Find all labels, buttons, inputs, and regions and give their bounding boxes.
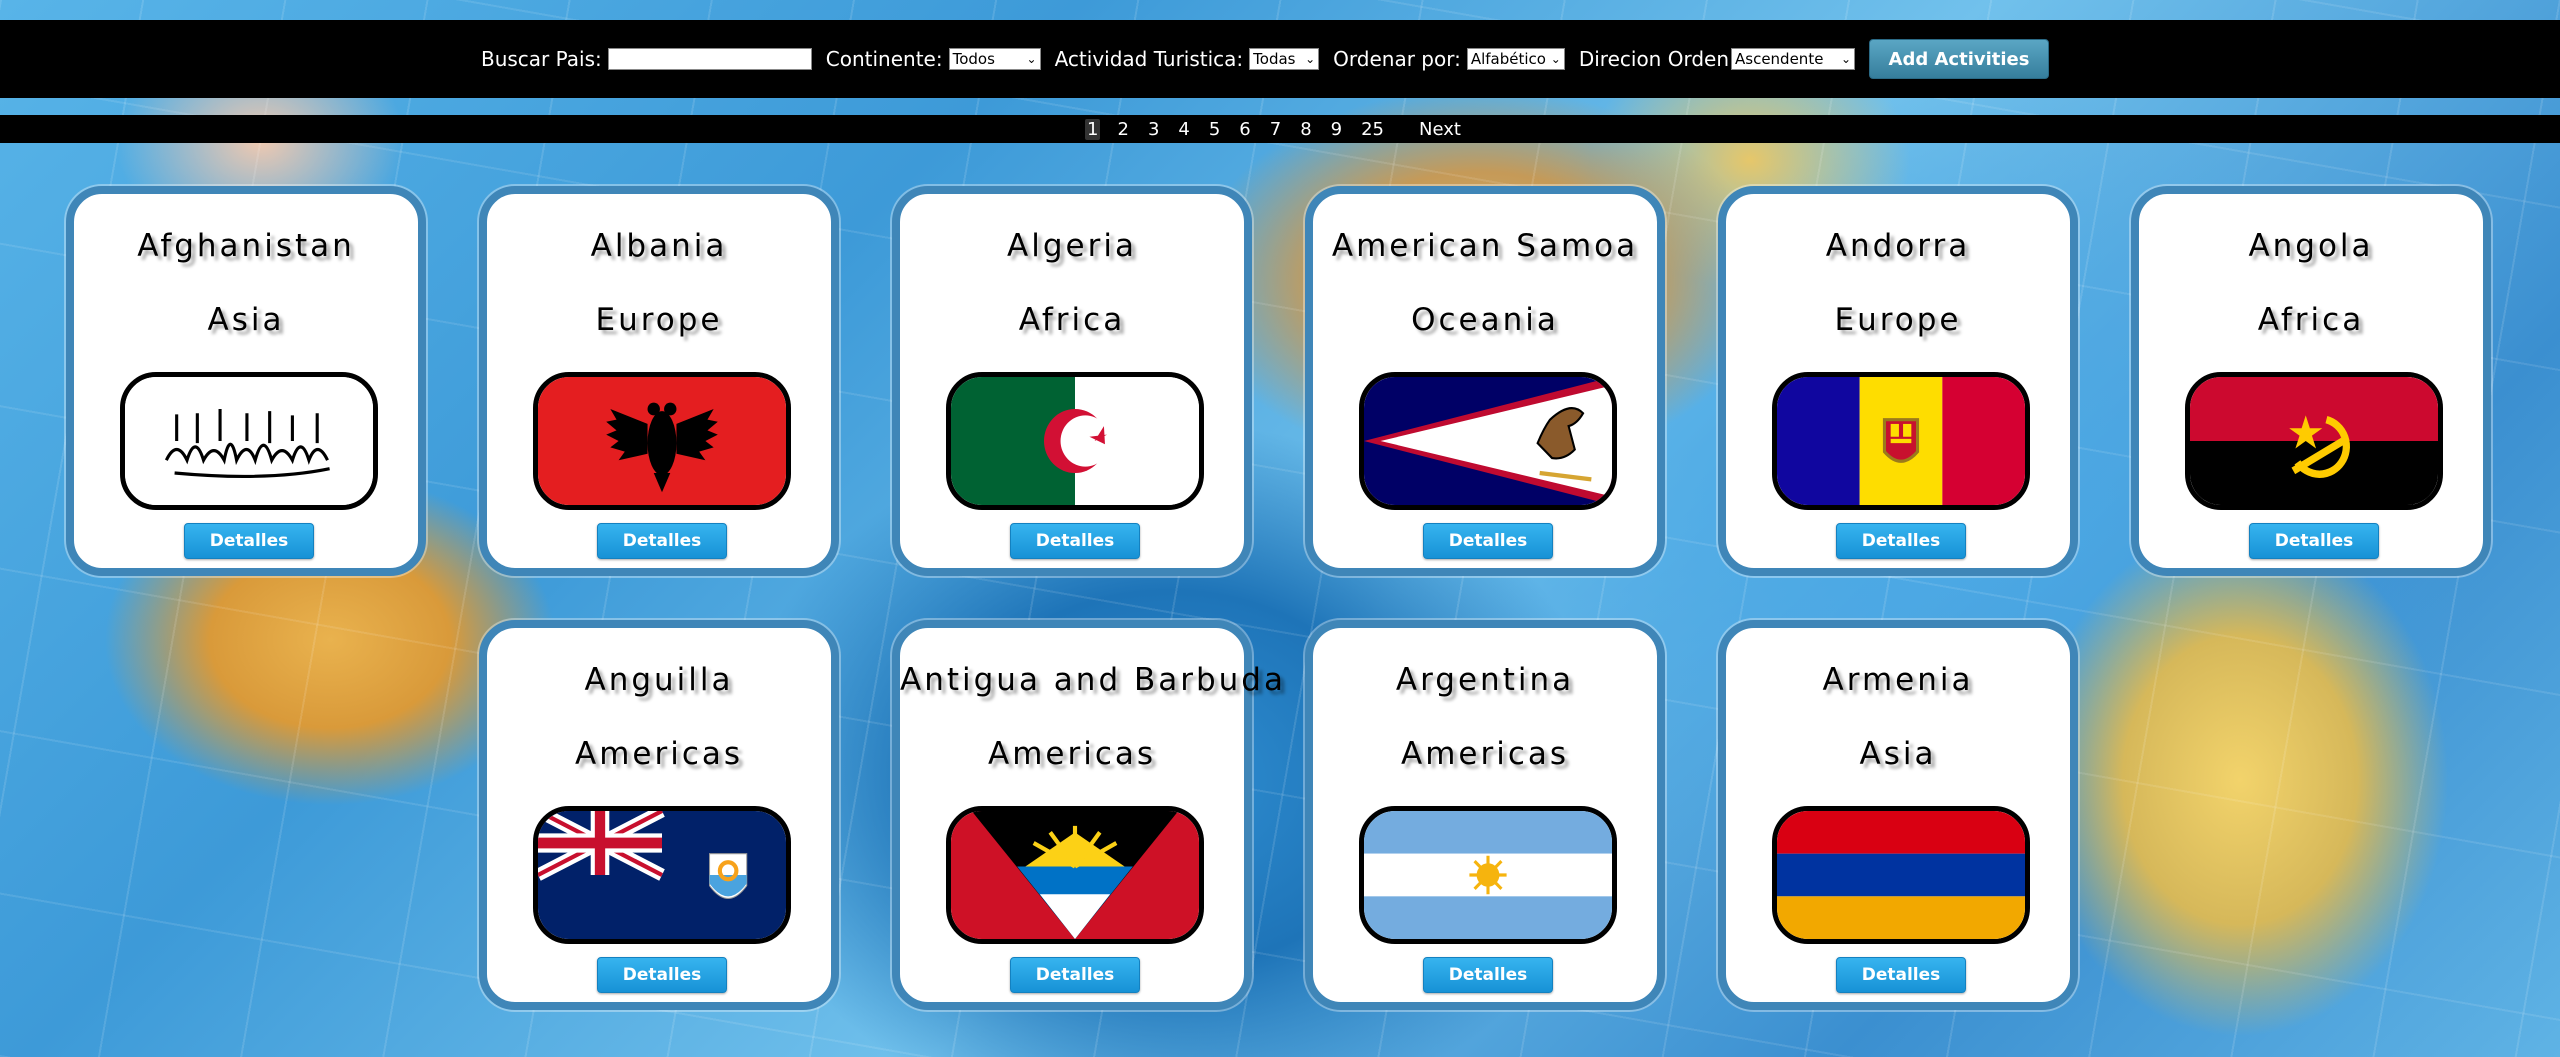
page-9-link[interactable]: 9 bbox=[1329, 119, 1344, 140]
country-card: Armenia Asia Detalles bbox=[1718, 620, 2078, 1010]
country-name: Andorra bbox=[1825, 228, 1971, 264]
details-button[interactable]: Detalles bbox=[2249, 523, 2379, 559]
country-continent: Africa bbox=[2257, 302, 2365, 338]
country-continent: Asia bbox=[1859, 736, 1937, 772]
page-8-link[interactable]: 8 bbox=[1298, 119, 1313, 140]
country-name: Afghanistan bbox=[137, 228, 355, 264]
country-continent: Americas bbox=[1400, 736, 1570, 772]
country-card: Andorra Europe Detalles bbox=[1718, 186, 2078, 576]
order-select[interactable]: Alfabético ⌄ bbox=[1466, 48, 1565, 70]
add-activities-button[interactable]: Add Activities bbox=[1869, 39, 2049, 79]
country-continent: Africa bbox=[1018, 302, 1126, 338]
search-label: Buscar Pais: bbox=[480, 47, 602, 71]
page-6-link[interactable]: 6 bbox=[1237, 119, 1252, 140]
flag-angola bbox=[2185, 372, 2443, 510]
flag-american-samoa bbox=[1359, 372, 1617, 510]
page-1-link[interactable]: 1 bbox=[1085, 118, 1101, 140]
country-continent: Europe bbox=[1834, 302, 1962, 338]
details-button[interactable]: Detalles bbox=[184, 523, 314, 559]
top-strip bbox=[0, 0, 2560, 20]
order-label: Ordenar por: bbox=[1333, 47, 1461, 71]
activity-select-value: Todas bbox=[1253, 50, 1296, 68]
page-3-link[interactable]: 3 bbox=[1146, 119, 1161, 140]
details-button[interactable]: Detalles bbox=[1423, 957, 1553, 993]
flag-argentina bbox=[1359, 806, 1617, 944]
page-2-link[interactable]: 2 bbox=[1115, 119, 1130, 140]
chevron-down-icon: ⌄ bbox=[1840, 52, 1851, 66]
direction-label: Direcion Orden bbox=[1578, 47, 1729, 71]
details-button[interactable]: Detalles bbox=[597, 523, 727, 559]
country-name: Antigua and Barbuda bbox=[900, 662, 1286, 698]
details-button[interactable]: Detalles bbox=[1010, 523, 1140, 559]
country-name: American Samoa bbox=[1331, 228, 1639, 264]
continent-label: Continente: bbox=[825, 47, 943, 71]
country-card: American Samoa Oceania Detalles bbox=[1305, 186, 1665, 576]
flag-afghanistan bbox=[120, 372, 378, 510]
country-card: Algeria Africa Detalles bbox=[892, 186, 1252, 576]
activity-select[interactable]: Todas ⌄ bbox=[1249, 48, 1320, 70]
details-button[interactable]: Detalles bbox=[1836, 523, 1966, 559]
country-continent: Oceania bbox=[1411, 302, 1559, 338]
next-page-link[interactable]: Next bbox=[1419, 119, 1461, 140]
page-25-link[interactable]: 25 bbox=[1359, 119, 1386, 140]
details-button[interactable]: Detalles bbox=[1423, 523, 1553, 559]
continent-select[interactable]: Todos ⌄ bbox=[948, 48, 1041, 70]
country-card: Argentina Americas Detalles bbox=[1305, 620, 1665, 1010]
flag-algeria bbox=[946, 372, 1204, 510]
country-name: Argentina bbox=[1395, 662, 1575, 698]
flag-albania bbox=[533, 372, 791, 510]
details-button[interactable]: Detalles bbox=[597, 957, 727, 993]
country-name: Armenia bbox=[1822, 662, 1974, 698]
country-continent: Asia bbox=[207, 302, 285, 338]
country-card: Antigua and Barbuda Americas Detalles bbox=[892, 620, 1286, 1010]
flag-anguilla bbox=[533, 806, 791, 944]
order-select-value: Alfabético bbox=[1470, 50, 1546, 68]
pagination: 1 2 3 4 5 6 7 8 9 25 Next bbox=[0, 115, 2560, 143]
page-7-link[interactable]: 7 bbox=[1268, 119, 1283, 140]
activity-label: Actividad Turistica: bbox=[1054, 47, 1244, 71]
direction-select[interactable]: Ascendente ⌄ bbox=[1731, 48, 1855, 70]
chevron-down-icon: ⌄ bbox=[1026, 52, 1037, 66]
country-card: Angola Africa Detalles bbox=[2131, 186, 2491, 576]
country-continent: Americas bbox=[574, 736, 744, 772]
country-name: Algeria bbox=[1007, 228, 1137, 264]
chevron-down-icon: ⌄ bbox=[1305, 52, 1316, 66]
country-name: Anguilla bbox=[584, 662, 734, 698]
page-5-link[interactable]: 5 bbox=[1207, 119, 1222, 140]
country-name: Angola bbox=[2248, 228, 2374, 264]
country-continent: Americas bbox=[987, 736, 1157, 772]
filter-bar: Buscar Pais: Continente: Todos ⌄ Activid… bbox=[0, 20, 2560, 98]
country-card: Anguilla Americas Detalles bbox=[479, 620, 839, 1010]
details-button[interactable]: Detalles bbox=[1010, 957, 1140, 993]
search-input[interactable] bbox=[607, 48, 812, 70]
flag-antigua-and-barbuda bbox=[946, 806, 1204, 944]
continent-select-value: Todos bbox=[952, 50, 995, 68]
flag-andorra bbox=[1772, 372, 2030, 510]
country-card: Albania Europe Detalles bbox=[479, 186, 839, 576]
page-4-link[interactable]: 4 bbox=[1176, 119, 1191, 140]
chevron-down-icon: ⌄ bbox=[1550, 52, 1561, 66]
details-button[interactable]: Detalles bbox=[1836, 957, 1966, 993]
flag-armenia bbox=[1772, 806, 2030, 944]
country-name: Albania bbox=[590, 228, 728, 264]
direction-select-value: Ascendente bbox=[1735, 50, 1824, 68]
country-continent: Europe bbox=[595, 302, 723, 338]
country-card: Afghanistan Asia Detalles bbox=[66, 186, 426, 576]
